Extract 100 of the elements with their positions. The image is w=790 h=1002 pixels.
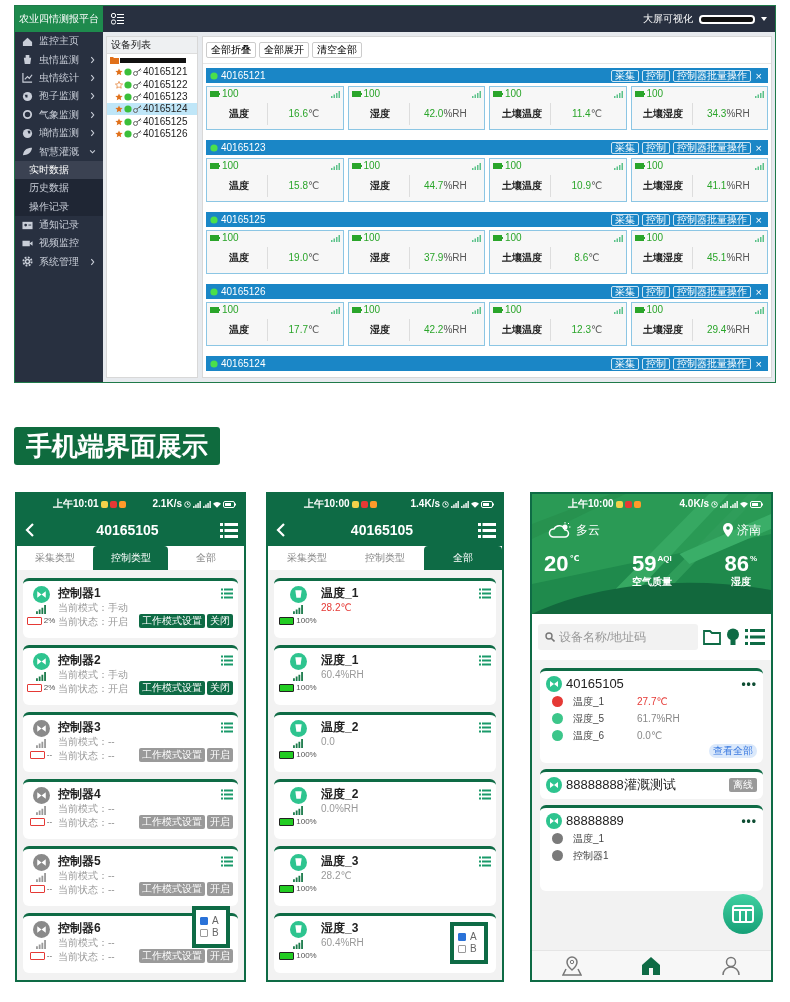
toolbar-button[interactable]: 全部折叠 — [206, 42, 256, 58]
list-icon[interactable] — [479, 856, 491, 867]
sidebar-item[interactable]: 虫情监测 — [15, 50, 103, 69]
action-button[interactable]: 控制 — [641, 213, 670, 226]
list-icon[interactable] — [479, 588, 491, 599]
more-button[interactable]: ••• — [741, 813, 757, 829]
caret-icon[interactable] — [761, 17, 767, 21]
switch-button[interactable]: 开启 — [207, 949, 233, 963]
action-button[interactable]: 控制器批量操作 — [672, 285, 751, 298]
list-icon[interactable] — [479, 789, 491, 800]
tab[interactable]: 控制类型 — [92, 546, 169, 570]
list-icon[interactable] — [221, 655, 233, 666]
checkbox[interactable] — [458, 945, 466, 953]
action-button[interactable]: 采集 — [610, 357, 639, 370]
switch-button[interactable]: 关闭 — [207, 681, 233, 695]
tab[interactable]: 全部 — [424, 546, 502, 570]
close-button[interactable]: × — [753, 286, 764, 297]
action-button[interactable]: 控制 — [641, 69, 670, 82]
menu-icon[interactable] — [220, 522, 238, 538]
mode-settings-button[interactable]: 工作模式设置 — [139, 681, 205, 695]
mode-settings-button[interactable]: 工作模式设置 — [139, 748, 205, 762]
folder-icon[interactable] — [703, 629, 721, 645]
list-icon[interactable] — [221, 856, 233, 867]
star-icon[interactable] — [115, 117, 123, 126]
action-button[interactable]: 采集 — [610, 69, 639, 82]
checkbox[interactable] — [200, 917, 208, 925]
list-icon[interactable] — [479, 722, 491, 733]
menu-icon[interactable] — [111, 13, 124, 25]
mode-settings-button[interactable]: 工作模式设置 — [139, 815, 205, 829]
close-button[interactable]: × — [753, 214, 764, 225]
sidebar-item[interactable]: 气象监测 — [15, 105, 103, 124]
star-icon[interactable] — [115, 105, 123, 114]
sidebar-item[interactable]: 视频监控 — [15, 234, 103, 253]
tree-item[interactable]: 40165124 — [107, 103, 197, 116]
switch-button[interactable]: 开启 — [207, 748, 233, 762]
switch-button[interactable]: 关闭 — [207, 614, 233, 628]
action-button[interactable]: 采集 — [610, 285, 639, 298]
star-icon[interactable] — [115, 80, 123, 89]
mode-settings-button[interactable]: 工作模式设置 — [139, 614, 205, 628]
home-icon[interactable] — [641, 955, 662, 976]
close-button[interactable]: × — [753, 358, 764, 369]
mode-settings-button[interactable]: 工作模式设置 — [139, 882, 205, 896]
action-button[interactable]: 控制器批量操作 — [672, 213, 751, 226]
action-button[interactable]: 控制器批量操作 — [672, 69, 751, 82]
switch-button[interactable]: 开启 — [207, 882, 233, 896]
tree-item[interactable]: 40165121 — [107, 66, 197, 79]
action-button[interactable]: 控制 — [641, 285, 670, 298]
sidebar-item[interactable]: 监控主页 — [15, 32, 103, 51]
user-icon[interactable] — [721, 955, 742, 976]
fab-button[interactable] — [723, 894, 763, 934]
action-button[interactable]: 采集 — [610, 213, 639, 226]
action-button[interactable]: 采集 — [610, 141, 639, 154]
list-icon[interactable] — [479, 655, 491, 666]
tree-item[interactable]: 40165122 — [107, 78, 197, 91]
toolbar-button[interactable]: 清空全部 — [312, 42, 362, 58]
search-field[interactable]: 设备名称/地址码 — [538, 624, 698, 650]
back-icon[interactable] — [25, 523, 35, 537]
close-button[interactable]: × — [753, 142, 764, 153]
folder-icon[interactable] — [110, 56, 119, 64]
menu-icon[interactable] — [478, 522, 496, 538]
tree-item[interactable]: 40165123 — [107, 90, 197, 104]
star-icon[interactable] — [115, 129, 123, 138]
sensor-name: 湿度 — [351, 246, 410, 269]
toolbar-button[interactable]: 全部展开 — [259, 42, 309, 58]
sidebar-item[interactable]: 通知记录 — [15, 215, 103, 235]
action-button[interactable]: 控制 — [641, 357, 670, 370]
action-button[interactable]: 控制器批量操作 — [672, 357, 751, 370]
battery-icon — [351, 234, 362, 241]
tree-item[interactable]: 40165126 — [107, 127, 197, 141]
map-pin-icon[interactable] — [561, 955, 582, 976]
action-button[interactable]: 控制器批量操作 — [672, 141, 751, 154]
list-icon[interactable] — [745, 629, 765, 645]
sidebar-subitem[interactable]: 实时数据 — [15, 160, 103, 180]
sensor-name: 土壤湿度 — [634, 102, 693, 125]
list-icon[interactable] — [221, 588, 233, 599]
more-button[interactable]: ••• — [741, 676, 757, 692]
sidebar-item[interactable]: 虫情统计 — [15, 68, 103, 88]
sidebar-item[interactable]: 孢子监测 — [15, 87, 103, 106]
sidebar-item[interactable]: 墒情监测 — [15, 123, 103, 143]
view-all-button[interactable]: 查看全部 — [709, 744, 757, 758]
sidebar-subitem[interactable]: 历史数据 — [15, 179, 103, 198]
sidebar-item[interactable]: 智慧灌溉 — [15, 142, 103, 161]
reading-text: 0.0%RH — [321, 802, 359, 815]
mode-settings-button[interactable]: 工作模式设置 — [139, 949, 205, 963]
checkbox[interactable] — [200, 929, 208, 937]
close-button[interactable]: × — [753, 70, 764, 81]
star-icon[interactable] — [115, 93, 123, 102]
sidebar-item[interactable]: 系统管理 — [15, 252, 103, 272]
list-icon[interactable] — [221, 789, 233, 800]
star-icon[interactable] — [115, 68, 123, 77]
tree-item[interactable]: 40165125 — [107, 115, 197, 128]
switch-button[interactable]: 开启 — [207, 815, 233, 829]
lightbulb-icon[interactable] — [726, 628, 740, 646]
checkbox[interactable] — [458, 933, 466, 941]
list-icon[interactable] — [221, 722, 233, 733]
back-icon[interactable] — [276, 523, 286, 537]
signal-icon — [36, 806, 46, 815]
action-button[interactable]: 控制 — [641, 141, 670, 154]
sensor-name: 土壤温度 — [493, 246, 552, 269]
top-link[interactable]: 大屏可视化 — [643, 13, 693, 25]
